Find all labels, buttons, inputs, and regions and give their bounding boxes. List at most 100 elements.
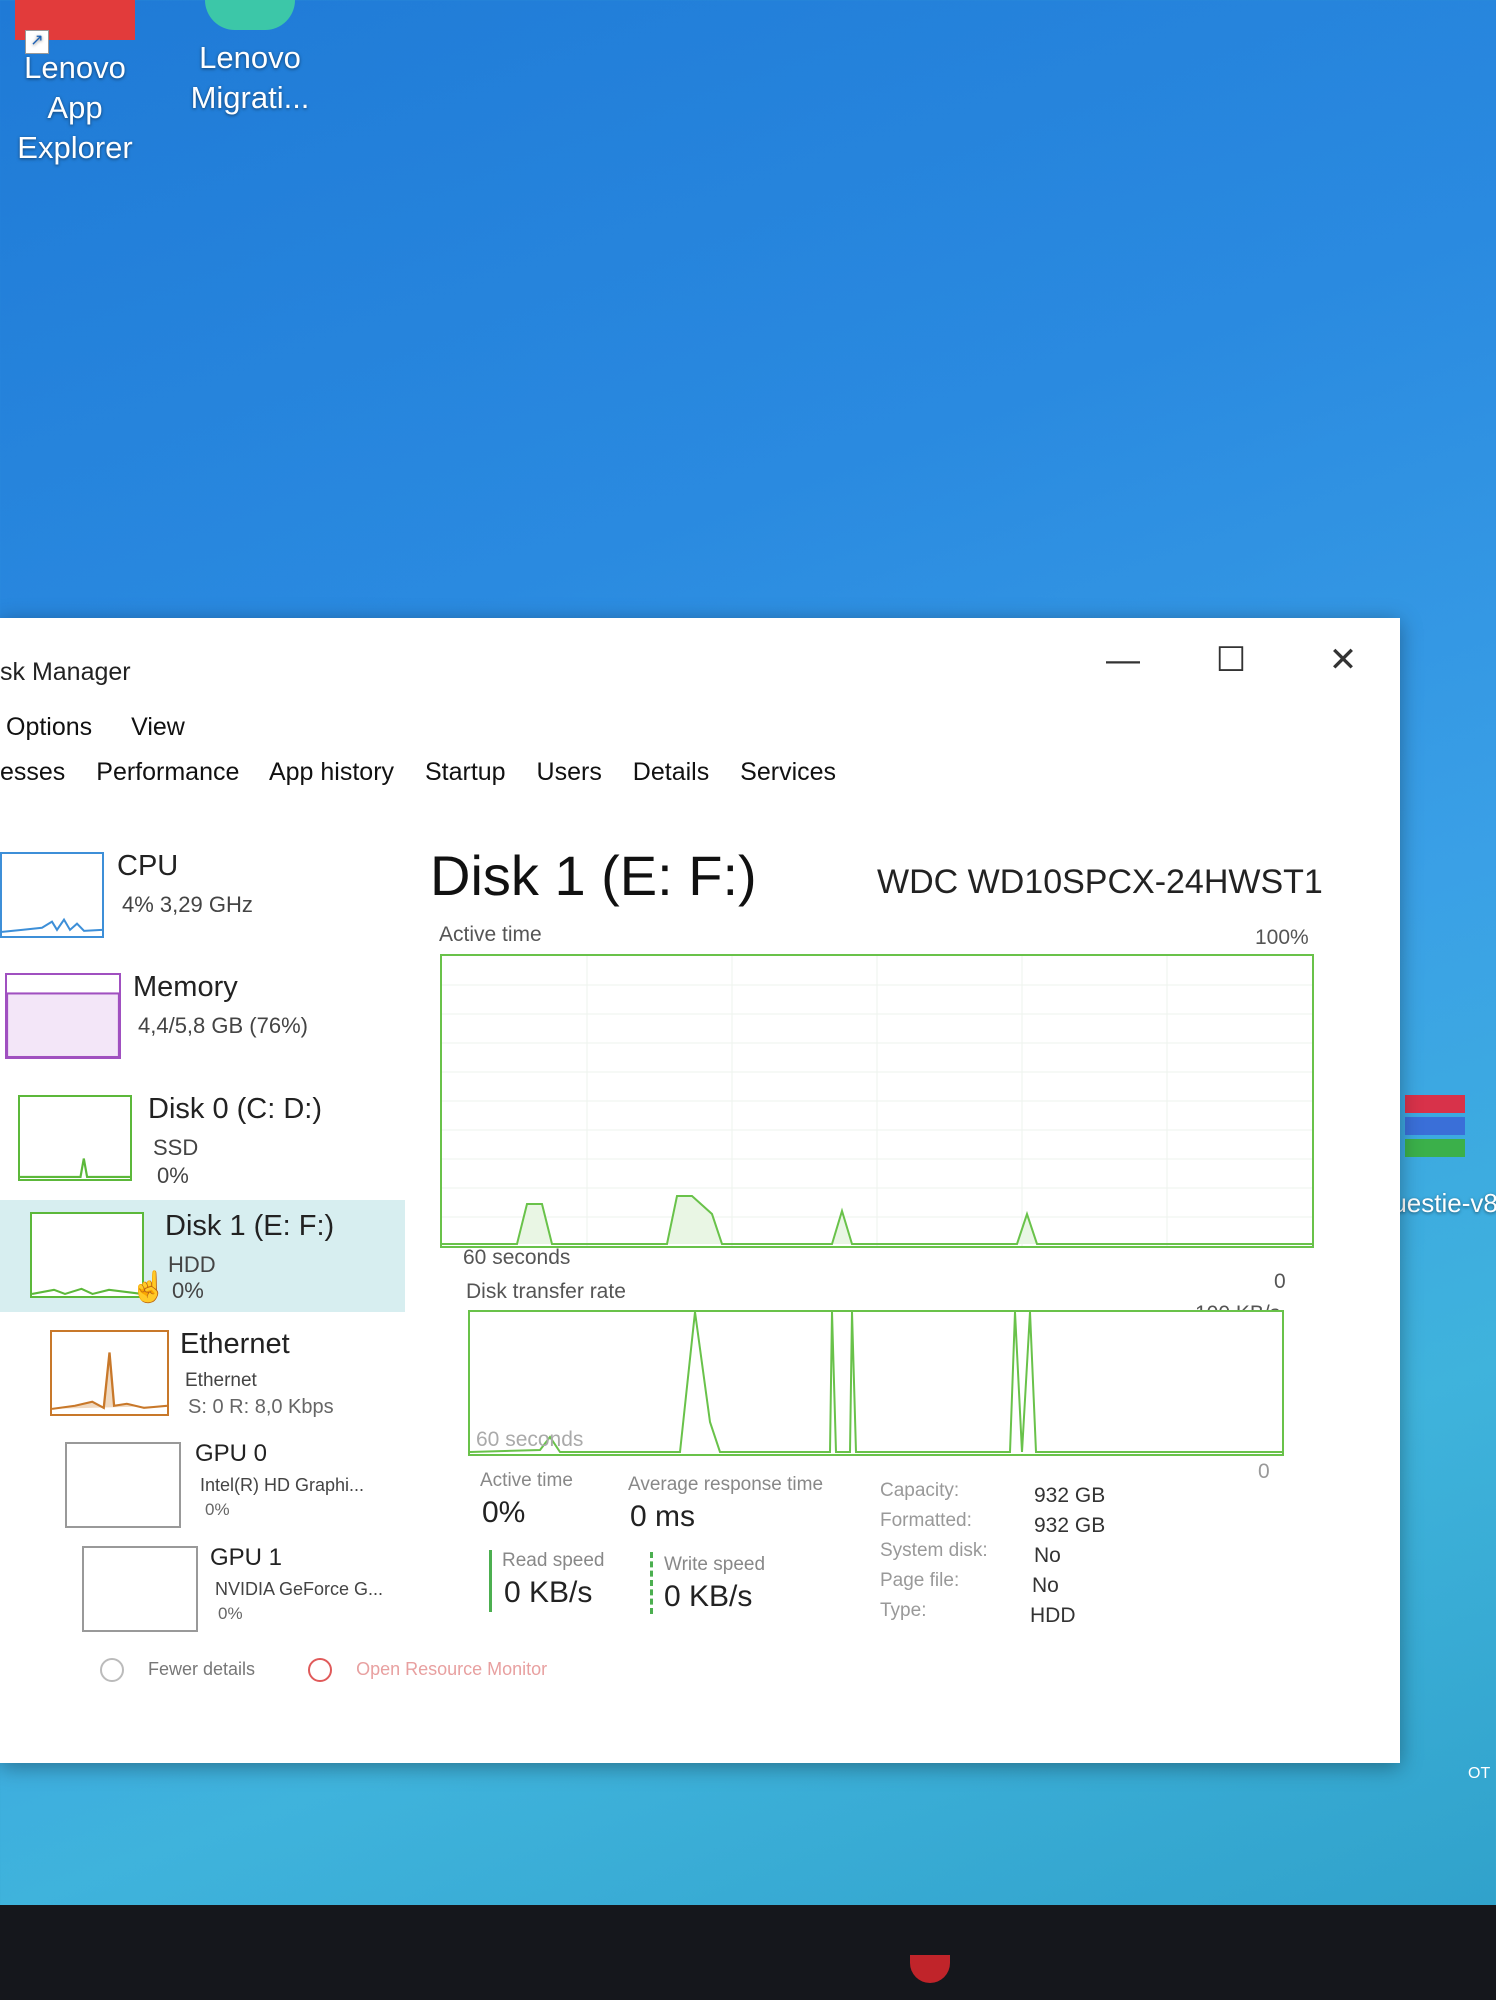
lenovo-app-explorer-icon: ↗ [15,0,135,54]
avg-response-label: Average response time [628,1474,824,1495]
active-time-graph [440,954,1314,1248]
capacity-value: 932 GB [1034,1484,1106,1507]
tab-users[interactable]: Users [537,758,602,786]
lenovo-migration-icon [205,0,295,30]
sidebar-item-label: GPU 0 [195,1440,268,1467]
chevron-up-icon [100,1658,124,1682]
active-time-stat-label: Active time [480,1470,573,1491]
desktop-edge-label: OT [1468,1765,1491,1782]
sidebar-item-memory[interactable]: Memory 4,4/5,8 GB (76%) [0,961,405,1073]
type-value: HDD [1030,1604,1076,1627]
sidebar-item-sub: SSD [153,1135,199,1160]
fewer-details-label: Fewer details [148,1658,256,1679]
active-time-stat-value: 0% [482,1496,526,1529]
sidebar-item-gpu-0[interactable]: GPU 0 Intel(R) HD Graphi... 0% [0,1430,405,1542]
sidebar-item-sub: Intel(R) HD Graphi... [200,1475,365,1495]
write-speed-value: 0 KB/s [664,1580,753,1613]
desktop-icon-label: Lenovo [199,40,301,75]
sidebar-item-sub2: 0% [205,1500,230,1519]
tab-performance[interactable]: Performance [96,758,239,786]
sidebar-item-disk-0[interactable]: Disk 0 (C: D:) SSD 0% [0,1083,405,1195]
shortcut-arrow-icon: ↗ [25,30,49,54]
sidebar-item-label: Disk 1 (E: F:) [165,1210,335,1242]
sidebar-item-sub2: 0% [172,1278,204,1303]
write-speed-label: Write speed [664,1554,766,1575]
tab-bar: esses Performance App history Startup Us… [0,758,860,787]
tab-services[interactable]: Services [740,758,836,786]
menu-bar: Options View [0,713,211,742]
tab-startup[interactable]: Startup [425,758,506,786]
desktop-icon-label: Explorer [17,130,133,165]
read-speed-indicator [489,1550,492,1612]
menu-options[interactable]: Options [6,713,92,741]
disk1-thumbnail-graph [30,1212,144,1298]
active-time-graph-time: 60 seconds [463,1246,571,1269]
type-label: Type: [880,1600,927,1621]
ethernet-thumbnail-graph [50,1330,169,1416]
sidebar-item-sub2: 0% [157,1163,189,1188]
fewer-details-link[interactable]: Fewer details [100,1658,279,1682]
desktop-icon-label: Lenovo App [24,50,126,125]
sidebar-item-ethernet[interactable]: Ethernet Ethernet S: 0 R: 8,0 Kbps [0,1318,405,1430]
minimize-button[interactable]: — [1098,640,1148,680]
footer: Fewer details Open Resource Monitor [100,1658,595,1682]
avg-response-value: 0 ms [630,1500,696,1533]
disk-model: WDC WD10SPCX-24HWST1 [877,863,1323,901]
memory-thumbnail-graph [5,973,121,1059]
system-disk-label: System disk: [880,1540,988,1561]
resource-monitor-icon [308,1658,333,1682]
gpu1-thumbnail-graph [82,1546,198,1632]
hand-cursor-icon: ☝ [130,1271,168,1304]
open-resource-monitor-link[interactable]: Open Resource Monitor [308,1658,571,1682]
sidebar-item-label: GPU 1 [210,1544,283,1571]
active-time-graph-min: 0 [1274,1270,1286,1293]
active-time-graph-label: Active time [439,923,542,946]
sidebar-item-cpu[interactable]: CPU 4% 3,29 GHz [0,840,405,952]
sidebar-item-sub: Ethernet [185,1370,257,1391]
task-manager-window: sk Manager — ☐ ✕ Options View esses Perf… [0,618,1400,1763]
sidebar-item-sub: HDD [168,1252,216,1277]
desktop-icon-lenovo-migration[interactable]: Lenovo Migrati... [170,0,330,118]
disk0-thumbnail-graph [18,1095,132,1181]
sidebar-item-label: Disk 0 (C: D:) [148,1093,322,1125]
sidebar-item-label: Ethernet [180,1328,290,1360]
title-bar[interactable]: sk Manager — ☐ ✕ [0,618,1400,686]
write-speed-indicator [650,1552,653,1614]
desktop-icon-lenovo-app-explorer[interactable]: ↗ Lenovo App Explorer [0,0,150,168]
read-speed-label: Read speed [502,1550,605,1571]
desktop-icon-label: Migrati... [190,80,310,115]
formatted-value: 932 GB [1034,1514,1106,1537]
sidebar-item-sub: NVIDIA GeForce G... [215,1579,384,1599]
sidebar-item-sub: 4,4/5,8 GB (76%) [138,1013,308,1038]
taskbar [0,1905,1496,2000]
sidebar-item-label: Memory [133,971,238,1003]
maximize-button[interactable]: ☐ [1206,640,1256,680]
window-title: sk Manager [0,658,131,686]
close-button[interactable]: ✕ [1318,640,1368,680]
sidebar-item-sub: 4% 3,29 GHz [122,892,253,917]
gpu0-thumbnail-graph [65,1442,181,1528]
formatted-label: Formatted: [880,1510,972,1531]
system-disk-value: No [1034,1544,1061,1567]
transfer-graph-min: 0 [1258,1460,1270,1483]
tab-details[interactable]: Details [633,758,709,786]
sidebar-item-gpu-1[interactable]: GPU 1 NVIDIA GeForce G... 0% [0,1534,405,1646]
sidebar-item-sub2: S: 0 R: 8,0 Kbps [188,1396,334,1418]
sidebar-item-label: CPU [117,850,179,882]
open-resource-monitor-label: Open Resource Monitor [356,1658,548,1679]
tab-processes[interactable]: esses [0,758,65,786]
sidebar-item-disk-1[interactable]: Disk 1 (E: F:) HDD 0% ☝ [0,1200,405,1312]
sidebar-item-sub2: 0% [218,1604,243,1623]
page-file-label: Page file: [880,1570,960,1591]
page-file-value: No [1032,1574,1059,1597]
winrar-archive-icon [1405,1095,1465,1175]
cpu-thumbnail-graph [0,852,104,938]
transfer-graph-time: 60 seconds [476,1428,584,1451]
capacity-label: Capacity: [880,1480,960,1501]
transfer-rate-graph [468,1310,1284,1456]
transfer-graph-label: Disk transfer rate [466,1280,626,1303]
active-time-graph-max: 100% [1255,926,1309,949]
menu-view[interactable]: View [131,713,185,741]
page-title: Disk 1 (E: F:) [430,844,757,907]
tab-app-history[interactable]: App history [269,758,394,786]
